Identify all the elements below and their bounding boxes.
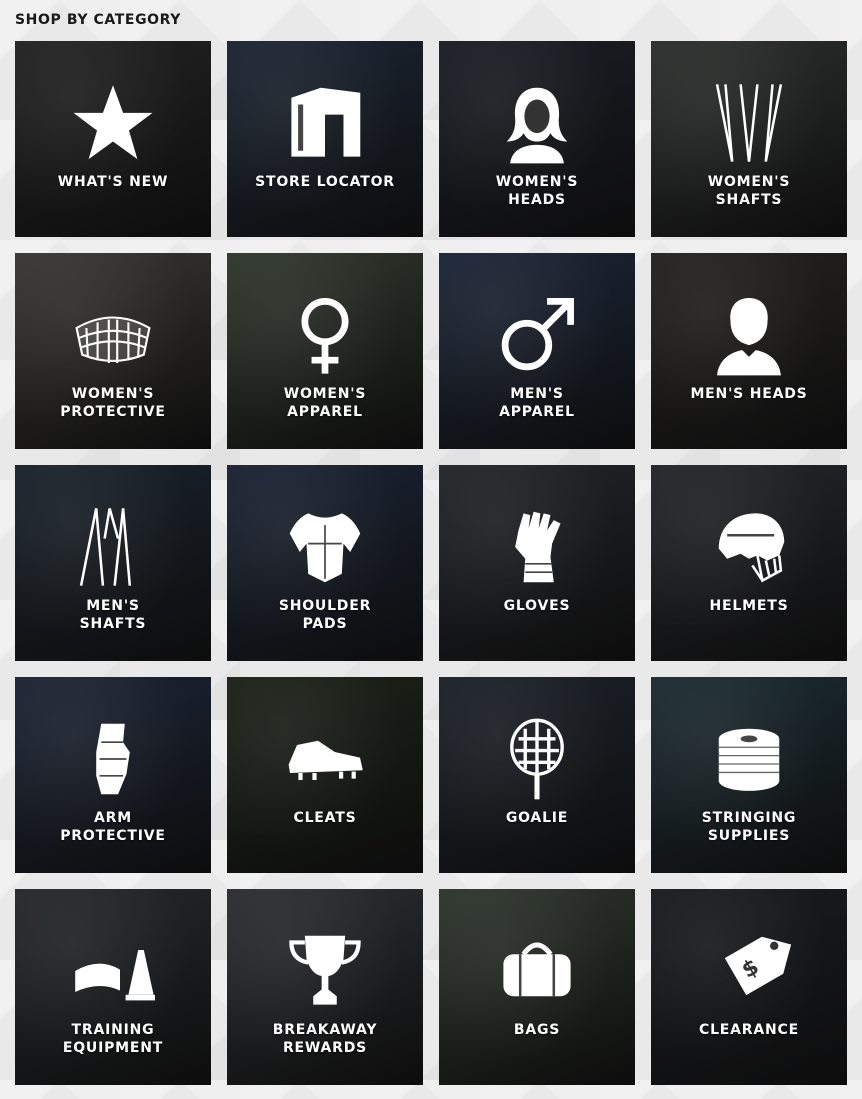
storefront-icon <box>283 81 367 165</box>
training-cone-icon <box>71 929 155 1013</box>
woman-head-icon <box>495 81 579 165</box>
women-shafts-icon <box>707 81 791 165</box>
category-label: WOMEN'S HEADS <box>495 174 579 208</box>
price-tag-icon: $ <box>707 929 791 1013</box>
category-label: HELMETS <box>709 598 789 614</box>
shoulder-pads-icon <box>283 505 367 589</box>
category-tile[interactable]: WHAT'S NEW <box>15 41 211 237</box>
category-label: TRAINING EQUIPMENT <box>62 1022 164 1056</box>
category-tile[interactable]: BREAKAWAY REWARDS <box>227 889 423 1085</box>
category-tile[interactable]: MEN'S HEADS <box>651 253 847 449</box>
female-symbol-icon <box>283 293 367 377</box>
category-label: SHOULDER PADS <box>278 598 372 632</box>
cleat-icon <box>283 717 367 801</box>
category-label: MEN'S HEADS <box>690 386 808 402</box>
category-tile[interactable]: WOMEN'S SHAFTS <box>651 41 847 237</box>
goalie-head-icon <box>495 717 579 801</box>
category-tile[interactable]: WOMEN'S HEADS <box>439 41 635 237</box>
category-tile[interactable]: WOMEN'S APPAREL <box>227 253 423 449</box>
category-tile[interactable]: MEN'S APPAREL <box>439 253 635 449</box>
category-label: CLEARANCE <box>699 1022 799 1038</box>
category-tile[interactable]: GOALIE <box>439 677 635 873</box>
category-label: ARM PROTECTIVE <box>60 810 166 844</box>
category-tile[interactable]: ARM PROTECTIVE <box>15 677 211 873</box>
category-label: BAGS <box>513 1022 561 1038</box>
category-tile[interactable]: MEN'S SHAFTS <box>15 465 211 661</box>
category-tile[interactable]: STORE LOCATOR <box>227 41 423 237</box>
category-label: CLEATS <box>293 810 357 826</box>
star-icon <box>71 81 155 165</box>
goggles-icon <box>71 293 155 377</box>
category-label: WOMEN'S SHAFTS <box>707 174 791 208</box>
category-label: WOMEN'S PROTECTIVE <box>60 386 166 420</box>
category-tile[interactable]: BAGS <box>439 889 635 1085</box>
helmet-icon <box>707 505 791 589</box>
category-tile[interactable]: $ CLEARANCE <box>651 889 847 1085</box>
category-label: MEN'S APPAREL <box>499 386 575 420</box>
category-label: WHAT'S NEW <box>57 174 169 190</box>
arm-pad-icon <box>71 717 155 801</box>
man-head-icon <box>707 293 791 377</box>
category-label: GLOVES <box>503 598 571 614</box>
category-label: WOMEN'S APPAREL <box>283 386 367 420</box>
category-tile[interactable]: TRAINING EQUIPMENT <box>15 889 211 1085</box>
category-tile[interactable]: WOMEN'S PROTECTIVE <box>15 253 211 449</box>
category-tile[interactable]: CLEATS <box>227 677 423 873</box>
category-tile[interactable]: GLOVES <box>439 465 635 661</box>
trophy-icon <box>283 929 367 1013</box>
men-shafts-icon <box>71 505 155 589</box>
section-title: SHOP BY CATEGORY <box>15 12 182 28</box>
category-grid: WHAT'S NEW STORE LOCATOR WOMEN'S HEADS WOME… <box>15 41 848 1085</box>
male-symbol-icon <box>495 293 579 377</box>
string-spool-icon <box>707 717 791 801</box>
category-label: STORE LOCATOR <box>255 174 395 190</box>
category-label: STRINGING SUPPLIES <box>701 810 797 844</box>
category-label: BREAKAWAY REWARDS <box>272 1022 378 1056</box>
category-tile[interactable]: SHOULDER PADS <box>227 465 423 661</box>
category-label: MEN'S SHAFTS <box>79 598 147 632</box>
glove-icon <box>495 505 579 589</box>
category-tile[interactable]: STRINGING SUPPLIES <box>651 677 847 873</box>
category-label: GOALIE <box>505 810 569 826</box>
category-tile[interactable]: HELMETS <box>651 465 847 661</box>
duffel-bag-icon <box>495 929 579 1013</box>
